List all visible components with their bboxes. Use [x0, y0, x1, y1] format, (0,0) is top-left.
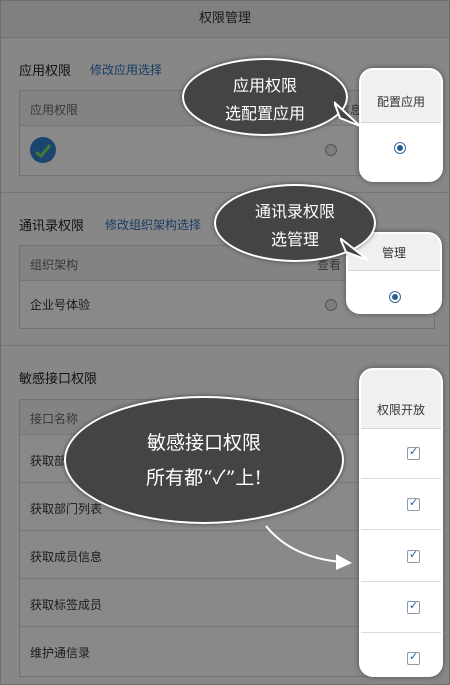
app-tip-pointer — [334, 101, 361, 127]
app-tip-line2: 选配置应用 — [224, 104, 305, 123]
contacts-tip-pointer — [340, 238, 369, 261]
config-app-radio[interactable] — [394, 142, 406, 154]
api-open-spotlight: 权限开放 — [359, 368, 443, 677]
app-tip-line1: 应用权限 — [232, 76, 297, 95]
column-api-name: 接口名称 — [30, 412, 79, 426]
api-tip-line2: 所有都“✓”上! — [145, 467, 263, 489]
contacts-tip-line1: 通讯录权限 — [254, 202, 335, 221]
api-name: 获取部门列表 — [30, 502, 103, 516]
column-config-app: 配置应用 — [361, 70, 441, 123]
api-checkbox[interactable] — [407, 496, 420, 511]
api-checkbox[interactable] — [407, 650, 420, 665]
no-info-radio[interactable] — [325, 144, 337, 156]
column-org-structure: 组织架构 — [30, 258, 79, 272]
divider — [361, 581, 441, 582]
window-title: 权限管理 — [198, 11, 251, 26]
title-bar: 权限管理 — [1, 1, 449, 38]
divider — [361, 529, 441, 530]
api-name: 获取成员信息 — [30, 550, 103, 564]
api-name: 维护通信录 — [30, 646, 91, 660]
app-logo-icon — [30, 137, 56, 163]
org-name: 企业号体验 — [30, 298, 91, 312]
api-checkbox[interactable] — [407, 548, 420, 563]
manage-radio[interactable] — [389, 291, 401, 303]
api-checkbox[interactable] — [407, 445, 420, 460]
api-permission-title: 敏感接口权限 — [19, 372, 98, 387]
api-checkbox[interactable] — [407, 599, 420, 614]
api-tip-arrow — [265, 525, 352, 570]
edit-app-selection-link[interactable]: 修改应用选择 — [90, 61, 162, 78]
edit-org-selection-link[interactable]: 修改组织架构选择 — [105, 216, 201, 233]
app-permission-title: 应用权限 — [19, 64, 72, 79]
app-tip-bubble: 应用权限 选配置应用 — [182, 58, 348, 136]
contacts-permission-title: 通讯录权限 — [19, 219, 85, 234]
api-tip-bubble: 敏感接口权限 所有都“✓”上! — [64, 396, 344, 524]
config-app-spotlight: 配置应用 — [359, 68, 443, 182]
view-radio[interactable] — [325, 299, 337, 311]
divider — [361, 478, 441, 479]
divider — [361, 632, 441, 633]
api-tip-line1: 敏感接口权限 — [146, 432, 261, 454]
column-permission-open: 权限开放 — [361, 370, 441, 429]
api-name: 获取标签成员 — [30, 598, 103, 612]
column-app-permission: 应用权限 — [30, 103, 79, 117]
